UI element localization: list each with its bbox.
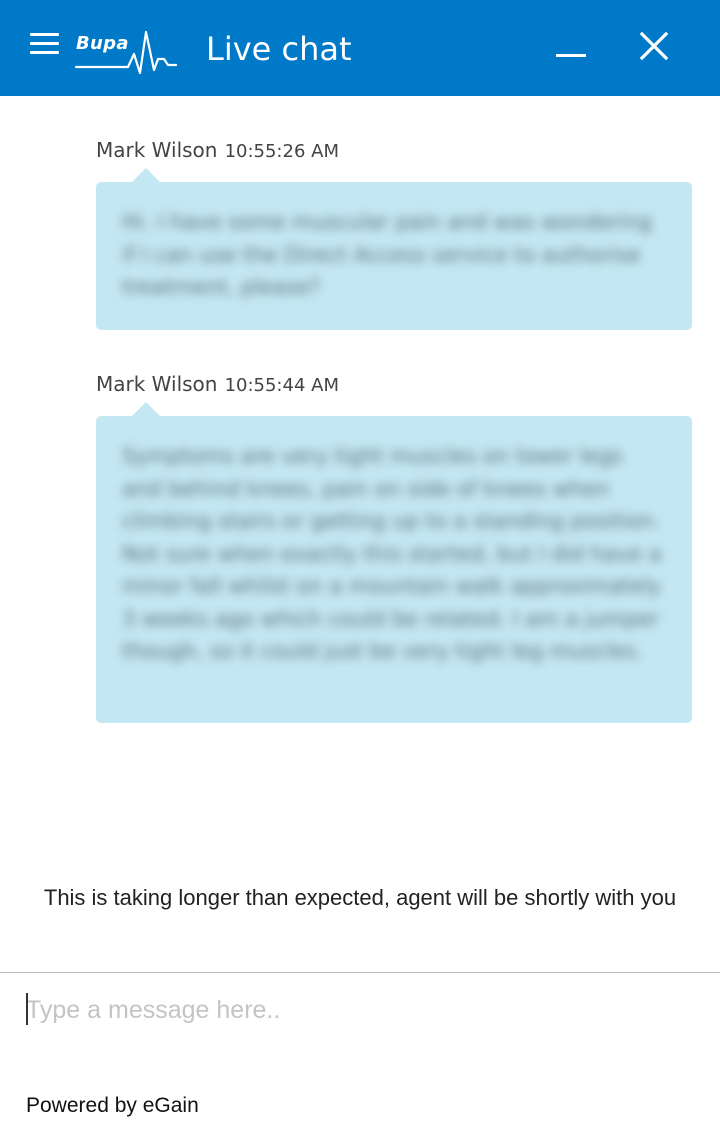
message-list: Mark Wilson 10:55:26 AM Hi. I have some … (0, 96, 720, 856)
minimize-button[interactable] (552, 34, 590, 64)
minimize-icon (556, 54, 586, 57)
message-text: Symptoms are very tight muscles on lower… (122, 444, 662, 663)
message-bubble: Symptoms are very tight muscles on lower… (96, 402, 692, 723)
bupa-logo: Bupa (74, 26, 180, 76)
chat-title: Live chat (206, 30, 352, 68)
close-icon (639, 31, 669, 61)
message-bubble: Hi. I have some muscular pain and was wo… (96, 168, 692, 330)
message-time: 10:55:44 AM (224, 375, 339, 396)
hamburger-menu-icon[interactable] (30, 33, 59, 55)
chat-header: Bupa Live chat (0, 0, 720, 96)
input-divider (0, 972, 720, 973)
powered-by-label: Powered by eGain (26, 1094, 199, 1117)
message-text: Hi. I have some muscular pain and was wo… (122, 210, 653, 299)
message-author: Mark Wilson (96, 372, 218, 396)
message-meta: Mark Wilson 10:55:44 AM (96, 372, 339, 396)
text-cursor (26, 993, 28, 1025)
message-input[interactable] (26, 990, 696, 1030)
message-meta: Mark Wilson 10:55:26 AM (96, 138, 339, 162)
message-author: Mark Wilson (96, 138, 218, 162)
heartbeat-line-icon (74, 30, 178, 75)
close-button[interactable] (634, 28, 674, 68)
live-chat-window: Bupa Live chat Mark Wilson 10:55:26 AM H… (0, 0, 720, 1130)
message-time: 10:55:26 AM (224, 141, 339, 162)
wait-status-message: This is taking longer than expected, age… (43, 885, 677, 910)
